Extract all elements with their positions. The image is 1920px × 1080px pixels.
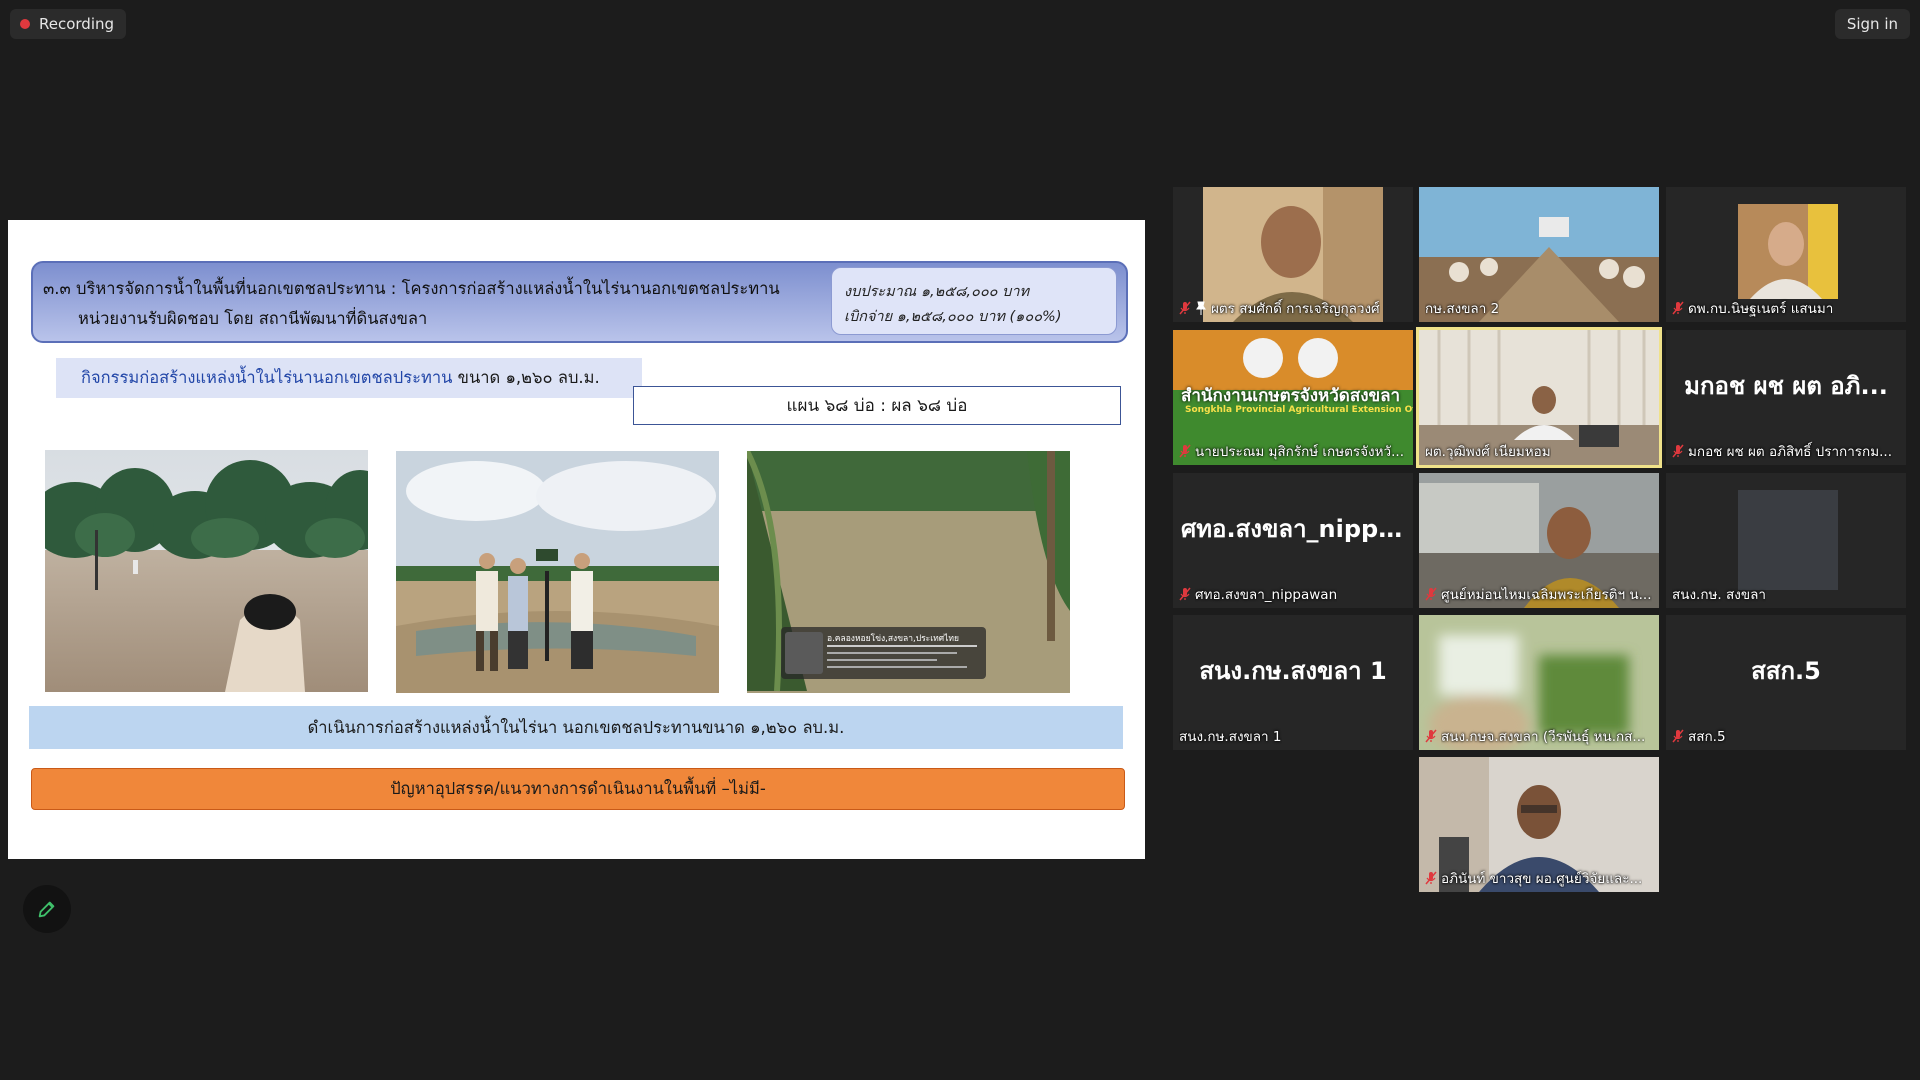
participant-tile[interactable]: มกอช ผช ผต อภิ... มกอช ผช ผต อภิสิทธิ์ ป… — [1666, 330, 1906, 465]
record-dot-icon — [20, 19, 30, 29]
gps-map-thumb — [785, 632, 823, 674]
participant-tile[interactable]: ดพ.กบ.นิษฐเนตร์ แสนมา — [1666, 187, 1906, 322]
participant-namebar: ศูนย์หม่อนไหมเฉลิมพระเกียรติฯ น... — [1423, 584, 1654, 604]
participant-namebar: สสก.5 — [1670, 726, 1728, 746]
participant-namebar: สนง.กษ.สงขลา 1 — [1177, 726, 1284, 746]
activity-size: ขนาด ๑,๒๖๐ ลบ.ม. — [452, 368, 600, 387]
participant-name: ศูนย์หม่อนไหมเฉลิมพระเกียรติฯ น... — [1441, 587, 1652, 603]
slide-photo-pond-gps: อ.คลองหอยโข่ง,สงขลา,ประเทศไทย — [747, 451, 1070, 693]
participant-tile[interactable]: สนง.กษจ.สงขลา (วีรพันธุ์ หน.กส... — [1419, 615, 1659, 750]
participant-video — [1738, 490, 1838, 590]
participant-name: ศทอ.สงขลา_nippawan — [1195, 587, 1338, 603]
mic-muted-icon — [1425, 587, 1437, 601]
budget-amount: งบประมาณ ๑,๒๕๘,๐๐๐ บาท — [844, 284, 1030, 300]
pin-icon — [1196, 301, 1206, 315]
participant-video — [1738, 204, 1838, 299]
participant-name: นายประณม มุสิกรักษ์ เกษตรจังหวั... — [1195, 444, 1404, 460]
activity-title: กิจกรรมก่อสร้างแหล่งน้ำในไร่นานอกเขตชลปร… — [56, 358, 642, 398]
mic-muted-icon — [1672, 444, 1684, 458]
participant-namebar: ผตร สมศักดิ์ การเจริญกุลวงศ์ — [1177, 298, 1382, 318]
participant-tile[interactable]: ผตร สมศักดิ์ การเจริญกุลวงศ์ — [1173, 187, 1413, 322]
budget-disbursed: เบิกจ่าย ๑,๒๕๘,๐๐๐ บาท (๑๐๐%) — [844, 309, 1062, 325]
slide-photo-field — [45, 450, 368, 692]
mic-muted-icon — [1179, 587, 1191, 601]
agri-banner-subtext: Songkhla Provincial Agricultural Extensi… — [1185, 405, 1413, 415]
mic-muted-icon — [1425, 871, 1437, 885]
participant-tile[interactable]: สนง.กษ. สงขลา — [1666, 473, 1906, 608]
participant-namebar: สนง.กษจ.สงขลา (วีรพันธุ์ หน.กส... — [1423, 726, 1647, 746]
participant-name: สนง.กษจ.สงขลา (วีรพันธุ์ หน.กส... — [1441, 729, 1646, 745]
mic-muted-icon — [1672, 729, 1684, 743]
slide-header-line1: ๓.๓ บริหารจัดการน้ำในพื้นที่นอกเขตชลประท… — [43, 279, 780, 298]
participant-tile[interactable]: สำนักงานเกษตรจังหวัดสงขลา Songkhla Provi… — [1173, 330, 1413, 465]
slide-header: ๓.๓ บริหารจัดการน้ำในพื้นที่นอกเขตชลประท… — [31, 261, 1128, 343]
participant-namebar: นายประณม มุสิกรักษ์ เกษตรจังหวั... — [1177, 441, 1406, 461]
participant-name: สนง.กษ. สงขลา — [1672, 587, 1766, 603]
participant-tile[interactable]: ศูนย์หม่อนไหมเฉลิมพระเกียรติฯ น... — [1419, 473, 1659, 608]
participant-name: มกอช ผช ผต อภิสิทธิ์ ปราการกม... — [1688, 444, 1892, 460]
result-banner: ดำเนินการก่อสร้างแหล่งน้ำในไร่นา นอกเขตช… — [29, 706, 1123, 749]
annotate-button[interactable] — [23, 885, 71, 933]
mic-muted-icon — [1425, 729, 1437, 743]
participant-name: กษ.สงขลา 2 — [1425, 301, 1500, 317]
participant-name: ผต.วุฒิพงศ์ เนียมหอม — [1425, 444, 1551, 460]
slide-header-line2: หน่วยงานรับผิดชอบ โดย สถานีพัฒนาที่ดินสง… — [78, 309, 428, 328]
participant-tile[interactable]: สนง.กษ.สงขลา 1 สนง.กษ.สงขลา 1 — [1173, 615, 1413, 750]
slide-photo-pond-group — [396, 451, 719, 693]
plan-result-box: แผน ๖๘ บ่อ : ผล ๖๘ บ่อ — [633, 386, 1121, 425]
participant-namebar: อภินันท์ ขาวสุข ผอ.ศูนย์วิจัยและ... — [1423, 868, 1644, 888]
participant-name: ผตร สมศักดิ์ การเจริญกุลวงศ์ — [1211, 301, 1380, 317]
participant-namebar: กษ.สงขลา 2 — [1423, 298, 1501, 318]
participant-namebar: ศทอ.สงขลา_nippawan — [1177, 584, 1339, 604]
gps-overlay: อ.คลองหอยโข่ง,สงขลา,ประเทศไทย — [781, 627, 986, 679]
shared-slide: ๓.๓ บริหารจัดการน้ำในพื้นที่นอกเขตชลประท… — [8, 220, 1145, 859]
participant-name: สนง.กษ.สงขลา 1 — [1179, 729, 1282, 745]
participant-tile[interactable]: สสก.5 สสก.5 — [1666, 615, 1906, 750]
participant-namebar: สนง.กษ. สงขลา — [1670, 584, 1768, 604]
participant-namebar: ผต.วุฒิพงศ์ เนียมหอม — [1423, 441, 1553, 461]
participant-name: สสก.5 — [1688, 729, 1726, 745]
participant-namebar: ดพ.กบ.นิษฐเนตร์ แสนมา — [1670, 298, 1835, 318]
problem-banner: ปัญหาอุปสรรค/แนวทางการดำเนินงานในพื้นที่… — [31, 768, 1125, 810]
mic-muted-icon — [1179, 301, 1191, 315]
participant-tile[interactable]: ศทอ.สงขลา_nipp... ศทอ.สงขลา_nippawan — [1173, 473, 1413, 608]
budget-box: งบประมาณ ๑,๒๕๘,๐๐๐ บาท เบิกจ่าย ๑,๒๕๘,๐๐… — [831, 267, 1117, 335]
sign-in-button[interactable]: Sign in — [1834, 9, 1910, 39]
participant-display-name: สนง.กษ.สงขลา 1 — [1199, 657, 1387, 685]
sign-in-label: Sign in — [1846, 15, 1898, 33]
participant-name: ดพ.กบ.นิษฐเนตร์ แสนมา — [1688, 301, 1834, 317]
participant-namebar: มกอช ผช ผต อภิสิทธิ์ ปราการกม... — [1670, 441, 1894, 461]
activity-label: กิจกรรมก่อสร้างแหล่งน้ำในไร่นานอกเขตชลปร… — [81, 368, 453, 387]
participant-display-name: มกอช ผช ผต อภิ... — [1684, 372, 1888, 400]
mic-muted-icon — [1179, 444, 1191, 458]
participant-tile-active-speaker[interactable]: ผต.วุฒิพงศ์ เนียมหอม — [1416, 327, 1662, 468]
recording-label: Recording — [39, 15, 115, 33]
participant-display-name: ศทอ.สงขลา_nipp... — [1181, 515, 1406, 543]
participant-display-name: สสก.5 — [1751, 657, 1821, 685]
participant-tile[interactable]: อภินันท์ ขาวสุข ผอ.ศูนย์วิจัยและ... — [1419, 757, 1659, 892]
mic-muted-icon — [1672, 301, 1684, 315]
participant-name: อภินันท์ ขาวสุข ผอ.ศูนย์วิจัยและ... — [1441, 871, 1643, 887]
gps-location-text: อ.คลองหอยโข่ง,สงขลา,ประเทศไทย — [827, 634, 959, 644]
pencil-icon — [38, 901, 55, 918]
participant-tile[interactable]: กษ.สงขลา 2 — [1419, 187, 1659, 322]
recording-indicator: Recording — [10, 9, 127, 39]
